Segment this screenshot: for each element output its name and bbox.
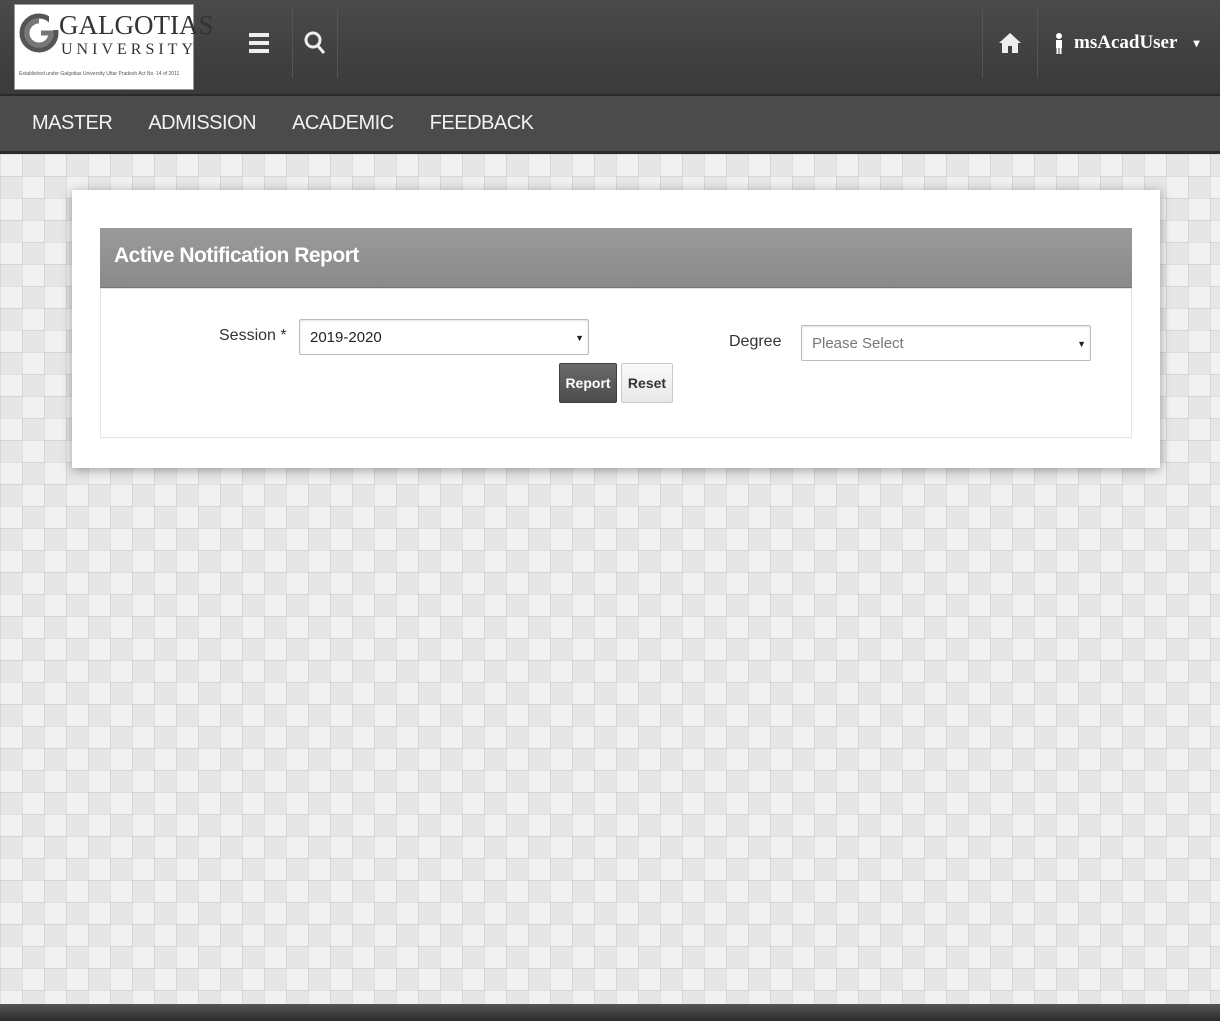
main-nav: MASTER ADMISSION ACADEMIC FEEDBACK <box>0 96 1220 154</box>
panel-title: Active Notification Report <box>114 244 359 267</box>
degree-label: Degree <box>729 333 782 350</box>
university-logo[interactable]: GALGOTIAS UNIVERSITY Established under G… <box>14 4 214 90</box>
search-icon <box>304 31 326 54</box>
nav-item-academic[interactable]: ACADEMIC <box>274 112 412 135</box>
page: GALGOTIAS UNIVERSITY Established under G… <box>0 0 1220 1021</box>
session-select[interactable]: 2019-2020 ▼ <box>299 319 589 355</box>
hamburger-icon <box>249 33 269 53</box>
logo-name: GALGOTIAS <box>59 10 214 40</box>
report-button[interactable]: Report <box>559 363 617 403</box>
session-label: Session * <box>219 327 287 344</box>
report-panel: Active Notification Report Session * 201… <box>72 190 1160 468</box>
search-button[interactable] <box>292 8 338 78</box>
home-icon <box>999 33 1021 53</box>
top-header: GALGOTIAS UNIVERSITY Established under G… <box>0 0 1220 96</box>
logo-tagline: Established under Galgotias University U… <box>19 71 180 77</box>
username: msAcadUser <box>1074 32 1178 53</box>
menu-toggle-button[interactable] <box>236 8 282 78</box>
chevron-down-icon: ▼ <box>1077 339 1086 349</box>
user-menu[interactable]: msAcadUser ▾ <box>1040 8 1210 78</box>
chevron-down-icon: ▼ <box>575 333 584 343</box>
chevron-down-icon: ▾ <box>1193 35 1200 50</box>
session-value: 2019-2020 <box>310 329 382 346</box>
nav-item-admission[interactable]: ADMISSION <box>130 112 274 135</box>
logo-mark-icon <box>19 13 59 53</box>
home-button[interactable] <box>982 8 1038 78</box>
user-icon <box>1056 33 1062 54</box>
panel-header: Active Notification Report <box>100 228 1132 288</box>
logo-subtitle: UNIVERSITY <box>61 41 197 58</box>
panel-body: Session * 2019-2020 ▼ Degree Please Sele… <box>100 288 1132 438</box>
reset-button[interactable]: Reset <box>621 363 673 403</box>
degree-select[interactable]: Please Select ▼ <box>801 325 1091 361</box>
footer-bar <box>0 1004 1220 1021</box>
nav-item-feedback[interactable]: FEEDBACK <box>412 112 552 135</box>
degree-placeholder: Please Select <box>812 335 904 352</box>
nav-item-master[interactable]: MASTER <box>0 112 130 135</box>
